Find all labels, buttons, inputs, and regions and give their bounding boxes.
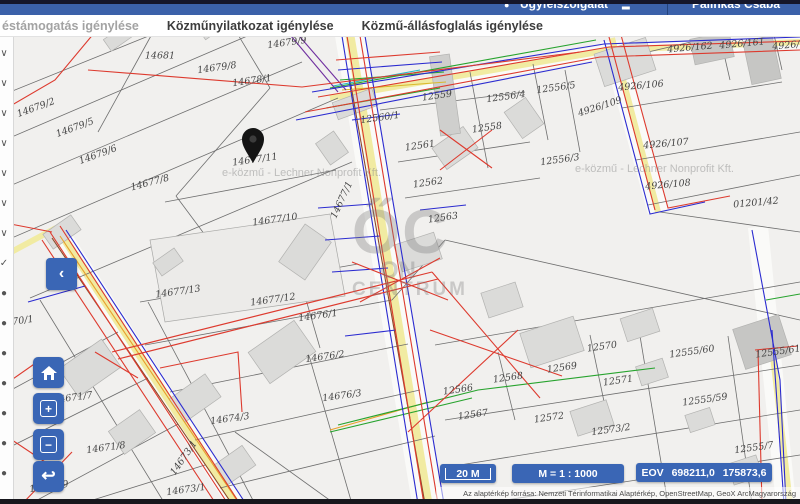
header-small-icon: ▂ [622,4,630,10]
header-bar: ● Ügyfélszolgálat ▂ Pálinkás Csaba [0,4,800,15]
home-icon [41,366,57,380]
tab-0[interactable]: éstámogatás igénylése [2,19,139,33]
support-icon: ● [504,4,509,10]
chevron-icon[interactable]: ∨ [0,198,12,209]
header-divider [667,4,668,15]
bottom-strip [0,499,800,504]
layer-panel-edge: ∨ ∨ ∨ ∨ ∨ ∨ ∨ ✓ ● ● ● ● ● ● ● [0,36,14,500]
main-navigation: éstámogatás igénylése Közműnyilatkozat ig… [0,15,800,37]
user-menu[interactable]: Pálinkás Csaba [692,4,780,11]
scalebar: 20 M [440,464,496,483]
dot-icon[interactable]: ● [0,318,12,329]
check-icon[interactable]: ✓ [0,258,12,269]
chevron-icon[interactable]: ∨ [0,138,12,149]
dot-icon[interactable]: ● [0,438,12,449]
tab-2[interactable]: Közmű-állásfoglalás igénylése [362,19,543,33]
scalebar-label: 20 M [456,468,479,480]
eov-coordinates-display[interactable]: EOV 698211,0 175873,6 [636,463,772,482]
undo-arrow-icon: ↩ [41,466,55,486]
map-scale-button[interactable]: M = 1 : 1000 [512,464,624,483]
minus-icon: − [40,436,57,453]
zoom-out-button[interactable]: − [33,429,64,460]
tab-1[interactable]: Közműnyilatkozat igénylése [167,19,334,33]
customer-service-link[interactable]: Ügyfélszolgálat [520,4,608,11]
app-window: e-közmű - Lechner Nonprofit Kft. e-közmű… [0,0,800,504]
dot-icon[interactable]: ● [0,378,12,389]
dot-icon[interactable]: ● [0,468,12,479]
chevron-icon[interactable]: ∨ [0,48,12,59]
dot-icon[interactable]: ● [0,408,12,419]
zoom-in-button[interactable]: + [33,393,64,424]
chevron-icon[interactable]: ∨ [0,108,12,119]
chevron-icon[interactable]: ∨ [0,168,12,179]
chevron-icon[interactable]: ∨ [0,78,12,89]
eov-coordinates-label: EOV 698211,0 175873,6 [641,467,766,479]
undo-button[interactable]: ↩ [33,461,64,492]
dot-icon[interactable]: ● [0,348,12,359]
plus-icon: + [40,400,57,417]
map-scale-label: M = 1 : 1000 [538,468,597,480]
chevron-left-icon: ‹ [59,265,64,283]
map-attribution: Az alaptérkép forrása: Nemzeti Térinform… [436,487,800,499]
panel-collapse-button[interactable]: ‹ [46,258,77,290]
home-button[interactable] [33,357,64,388]
dot-icon[interactable]: ● [0,288,12,299]
chevron-icon[interactable]: ∨ [0,228,12,239]
watermark-logo-line: CENTRUM [352,281,468,299]
watermark-text: e-közmű - Lechner Nonprofit Kft. [222,167,381,179]
watermark-text: e-közmű - Lechner Nonprofit Kft. [575,163,734,175]
location-pin-icon [239,127,269,167]
parcel-label: 14681 [145,51,175,62]
